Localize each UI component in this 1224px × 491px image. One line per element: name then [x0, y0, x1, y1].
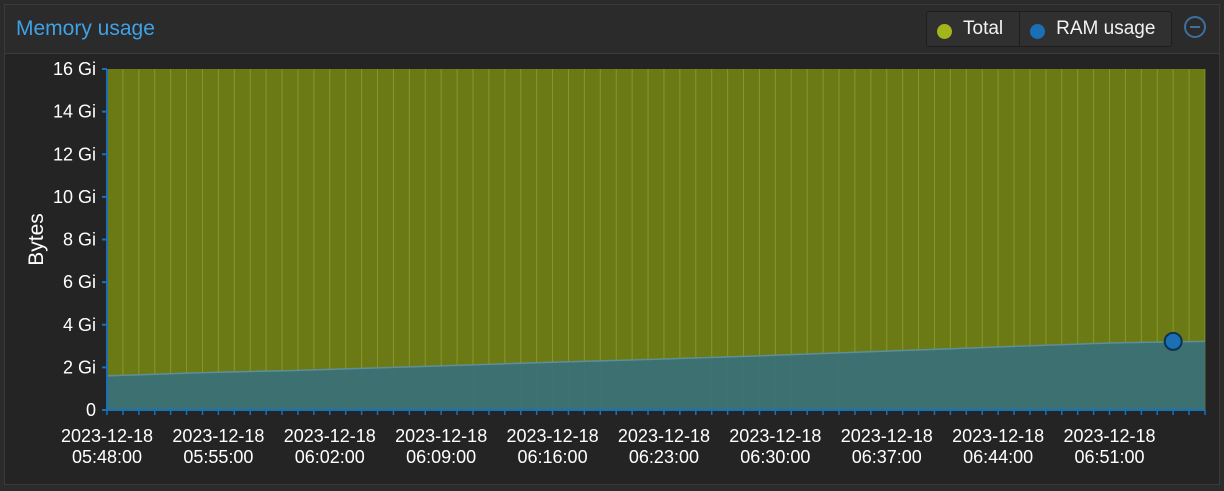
x-tick-label-time: 05:48:00: [72, 447, 142, 467]
y-tick-label: 12 Gi: [53, 144, 96, 164]
y-tick-label: 4 Gi: [63, 315, 96, 335]
x-tick-label-date: 2023-12-18: [729, 426, 821, 446]
y-tick-label: 2 Gi: [63, 357, 96, 377]
x-tick-label-time: 05:55:00: [183, 447, 253, 467]
y-tick-label: 10 Gi: [53, 187, 96, 207]
x-tick-label-date: 2023-12-18: [61, 426, 153, 446]
x-tick-label-time: 06:51:00: [1074, 447, 1144, 467]
x-tick-label-time: 06:37:00: [852, 447, 922, 467]
x-tick-label-time: 06:09:00: [406, 447, 476, 467]
x-tick-label-time: 06:23:00: [629, 447, 699, 467]
y-tick-label: 14 Gi: [53, 102, 96, 122]
y-axis-title: Bytes: [25, 213, 48, 266]
memory-chart: 0 2 Gi 4 Gi 6 Gi 8 Gi 10 Gi 12 Gi 14 Gi 16 Gi 202…: [25, 59, 1206, 467]
y-tick-label: 0: [86, 400, 96, 420]
x-tick-label-time: 06:02:00: [295, 447, 365, 467]
x-tick-label-date: 2023-12-18: [284, 426, 376, 446]
x-tick-label-date: 2023-12-18: [841, 426, 933, 446]
x-tick-label-time: 06:44:00: [963, 447, 1033, 467]
x-tick-label-time: 06:16:00: [518, 447, 588, 467]
x-tick-label-date: 2023-12-18: [172, 426, 264, 446]
ram-usage-highlight-point: [1163, 331, 1183, 351]
x-tick-label-date: 2023-12-18: [618, 426, 710, 446]
x-tick-label-date: 2023-12-18: [952, 426, 1044, 446]
x-tick-label-date: 2023-12-18: [1063, 426, 1155, 446]
y-tick-label: 6 Gi: [63, 272, 96, 292]
y-tick-label: 16 Gi: [53, 59, 96, 79]
x-tick-label-date: 2023-12-18: [395, 426, 487, 446]
y-tick-label: 8 Gi: [63, 230, 96, 250]
x-tick-label-time: 06:30:00: [740, 447, 810, 467]
x-tick-label-date: 2023-12-18: [507, 426, 599, 446]
